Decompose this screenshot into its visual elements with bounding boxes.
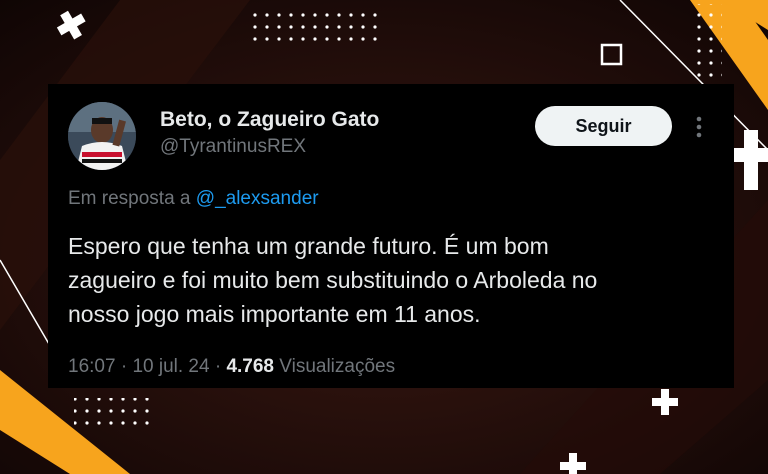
meta-separator: · [120,356,133,377]
tweet-text-line: nosso jogo mais importante em 11 anos. [68,301,481,327]
tweet-text: Espero que tenha um grande futuro. É um … [68,229,718,331]
tweet-text-line: zagueiro e foi muito bem substituindo o … [68,267,598,293]
reply-mention-link[interactable]: @_alexsander [196,188,319,209]
tweet-card: Beto, o Zagueiro Gato @TyrantinusREX Seg… [48,84,734,388]
author-avatar[interactable] [68,102,136,170]
tweet-date[interactable]: 10 jul. 24 [132,356,209,377]
views-count: 4.768 [226,356,274,377]
tweet-text-line: Espero que tenha um grande futuro. É um … [68,233,549,259]
reply-prefix: Em resposta a [68,188,191,209]
avatar-photo-icon [68,102,136,170]
author-display-name[interactable]: Beto, o Zagueiro Gato [160,108,379,132]
views-label: Visualizações [279,356,396,377]
tweet-meta: 16:07 · 10 jul. 24 · 4.768 Visualizações [68,356,395,378]
tweet-time[interactable]: 16:07 [68,356,116,377]
follow-button[interactable]: Seguir [535,106,672,146]
meta-separator: · [214,356,227,377]
author-handle[interactable]: @TyrantinusREX [160,136,306,158]
more-vertical-icon[interactable] [688,114,710,140]
reply-context: Em resposta a @_alexsander [68,188,319,210]
